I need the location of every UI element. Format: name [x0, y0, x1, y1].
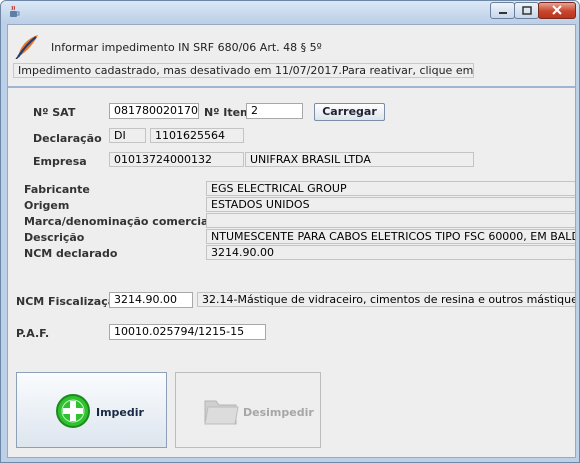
minimize-icon — [499, 12, 507, 14]
ncm-fiscalizacao-input[interactable]: 3214.90.00 — [109, 292, 193, 308]
desimpedir-label: Desimpedir — [243, 406, 314, 419]
page-title: Informar impedimento IN SRF 680/06 Art. … — [51, 41, 322, 54]
item-input[interactable]: 2 — [246, 103, 303, 119]
impedir-label: Impedir — [96, 406, 144, 419]
maximize-button[interactable] — [514, 2, 539, 19]
desimpedir-button[interactable]: Desimpedir — [175, 372, 321, 448]
empresa-nome-field: UNIFRAX BRASIL LTDA — [245, 152, 474, 167]
sat-input[interactable]: 0817800201700025 — [109, 103, 199, 119]
app-window: Informar impedimento IN SRF 680/06 Art. … — [0, 0, 580, 463]
paf-label: P.A.F. — [16, 327, 50, 340]
empresa-label: Empresa — [33, 155, 87, 168]
marca-field — [206, 213, 575, 228]
ncm-fiscalizacao-descricao: 32.14-Mástique de vidraceiro, cimentos d… — [197, 292, 575, 307]
maximize-icon — [522, 6, 532, 15]
ncm-declarado-label: NCM declarado — [24, 247, 118, 260]
main-panel: Informar impedimento IN SRF 680/06 Art. … — [7, 24, 576, 458]
java-cup-icon — [10, 5, 20, 17]
origem-field: ESTADOS UNIDOS — [206, 197, 575, 212]
fabricante-field: EGS ELECTRICAL GROUP — [206, 181, 575, 196]
fabricante-label: Fabricante — [24, 183, 90, 196]
header-separator — [8, 86, 575, 88]
declaracao-tipo-field: DI — [109, 128, 146, 143]
close-button[interactable] — [538, 2, 576, 19]
declaracao-numero-field: 1101625564 — [150, 128, 244, 143]
marca-label: Marca/denominação comercial — [24, 215, 213, 228]
item-label: Nº Item — [204, 106, 252, 119]
close-icon — [552, 5, 562, 15]
folder-icon — [204, 400, 239, 425]
descricao-field: NTUMESCENTE PARA CABOS ELETRICOS TIPO FS… — [206, 229, 575, 244]
descricao-label: Descrição — [24, 231, 85, 244]
declaracao-label: Declaração — [33, 132, 102, 145]
sat-label: Nº SAT — [33, 106, 76, 119]
ncm-declarado-field: 3214.90.00 — [206, 245, 575, 260]
paf-input[interactable]: 10010.025794/1215-15 — [109, 324, 266, 340]
impedir-button[interactable]: Impedir — [16, 372, 167, 448]
carregar-button[interactable]: Carregar — [314, 103, 385, 121]
empresa-cnpj-field: 01013724000132 — [109, 152, 244, 167]
status-message: Impedimento cadastrado, mas desativado e… — [13, 63, 474, 78]
minimize-button[interactable] — [490, 2, 515, 19]
plus-circle-icon — [56, 394, 90, 428]
ncm-fiscalizacao-label: NCM Fiscalização — [16, 295, 123, 308]
title-bar[interactable] — [1, 1, 579, 23]
feather-pen-icon — [15, 35, 38, 59]
origem-label: Origem — [24, 199, 70, 212]
